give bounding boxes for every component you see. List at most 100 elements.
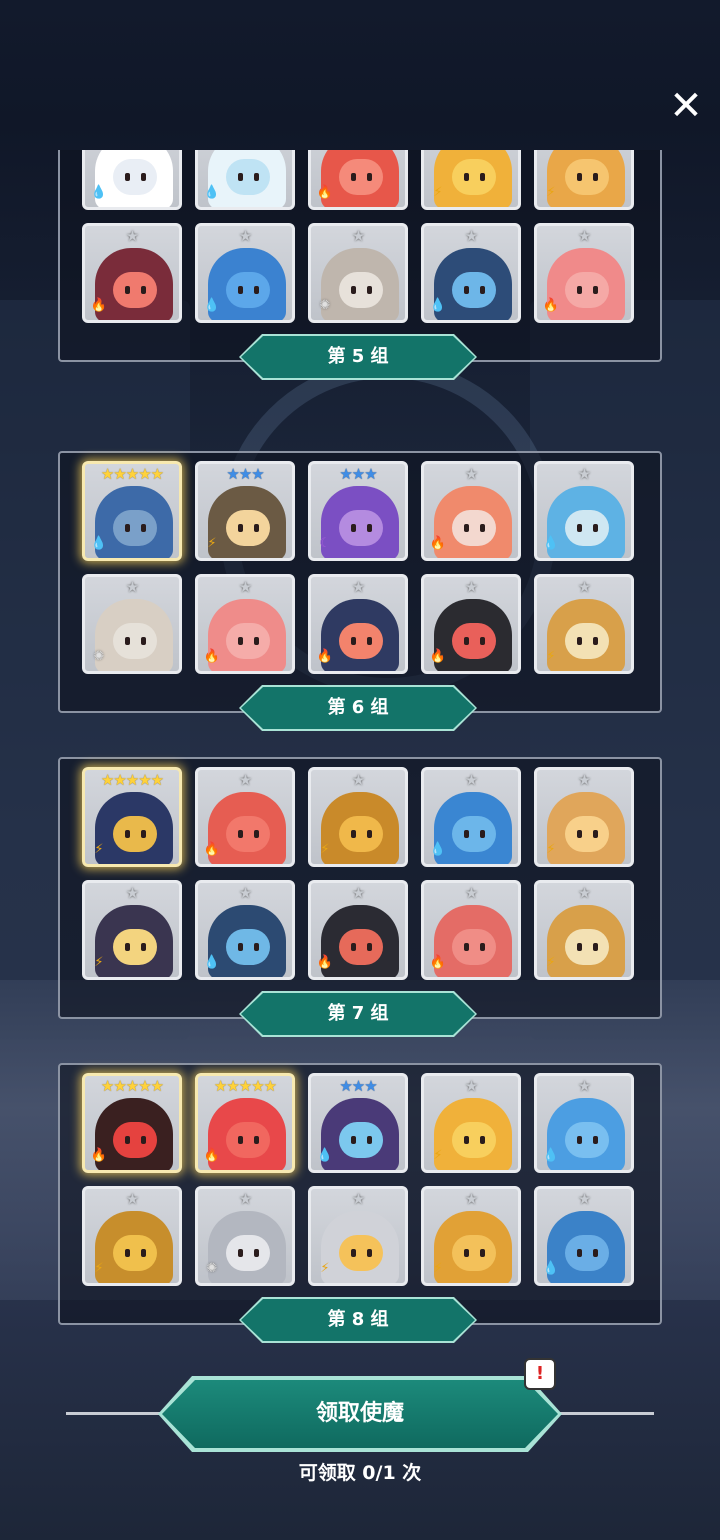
hero-card[interactable]: ★🔥: [421, 461, 521, 561]
hero-card[interactable]: ★★★★★ ⚡: [82, 767, 182, 867]
hero-face: [452, 510, 496, 546]
hero-card[interactable]: ★⚡: [421, 1186, 521, 1286]
hero-card[interactable]: ★ 💧: [421, 767, 521, 867]
hero-face: [565, 1235, 609, 1271]
hero-card[interactable]: ★⚡: [308, 767, 408, 867]
hero-card[interactable]: ★ 💧: [421, 223, 521, 323]
hero-card[interactable]: ★★★💧: [195, 150, 295, 210]
water-element-icon: 💧: [203, 955, 221, 970]
hero-card[interactable]: ★★★💧: [308, 1073, 408, 1173]
hero-card[interactable]: ★🔥: [308, 150, 408, 210]
hero-eye: [254, 1136, 259, 1144]
light-element-icon: ✺: [319, 298, 331, 313]
hero-card[interactable]: ★ 💧: [534, 461, 634, 561]
star-rating: ★★★★★: [213, 1077, 277, 1095]
hero-card[interactable]: ★ 💧: [534, 1073, 634, 1173]
hero-eye: [125, 286, 130, 294]
hero-card[interactable]: ★🔥: [195, 574, 295, 674]
hero-face: [113, 272, 157, 308]
star-rating: ★: [577, 1190, 591, 1208]
hero-face: [452, 1122, 496, 1158]
hero-card[interactable]: ★★★ ☾: [308, 461, 408, 561]
hero-eye: [577, 830, 582, 838]
hero-face: [339, 623, 383, 659]
fire-element-icon: 🔥: [90, 298, 108, 313]
hero-eye: [238, 637, 243, 645]
hero-eye: [254, 524, 259, 532]
hero-card[interactable]: ★🔥: [534, 223, 634, 323]
hero-face: [113, 1122, 157, 1158]
claim-button[interactable]: 领取使魔: [162, 1380, 558, 1448]
hero-card[interactable]: ★ 💧: [534, 1186, 634, 1286]
hero-eye: [125, 173, 130, 181]
hero-eye: [367, 637, 372, 645]
hero-face: [565, 929, 609, 965]
thunder-element-icon: ⚡: [320, 1261, 330, 1276]
hero-card[interactable]: ★⚡: [82, 1186, 182, 1286]
hero-face: [113, 510, 157, 546]
hero-card[interactable]: ★🔥: [308, 880, 408, 980]
hero-card[interactable]: ★★★💧: [82, 150, 182, 210]
hero-card[interactable]: ★ ✺: [308, 223, 408, 323]
fire-element-icon: 🔥: [316, 649, 334, 664]
fire-element-icon: 🔥: [203, 842, 221, 857]
hero-eye: [577, 173, 582, 181]
group-banner: 第 6 组: [241, 687, 475, 729]
hero-card[interactable]: ★⚡: [421, 150, 521, 210]
hero-card[interactable]: ★★★ ⚡: [195, 461, 295, 561]
star-rating: ★★★: [226, 465, 264, 483]
hero-card[interactable]: ★★★★★ 💧: [82, 461, 182, 561]
star-rating: ★★★★★: [100, 1077, 164, 1095]
hero-card[interactable]: ★★★★★ 🔥: [195, 1073, 295, 1173]
hero-card[interactable]: ★ ✺: [82, 574, 182, 674]
hero-eye: [367, 943, 372, 951]
hero-card[interactable]: ★★★★★ 🔥: [82, 1073, 182, 1173]
star-rating: ★: [125, 578, 139, 596]
thunder-element-icon: ⚡: [546, 842, 556, 857]
hero-card[interactable]: ★🔥: [195, 767, 295, 867]
hero-card[interactable]: ★🔥: [421, 880, 521, 980]
hero-card[interactable]: ★ 💧: [195, 880, 295, 980]
star-rating: ★: [464, 227, 478, 245]
thunder-element-icon: ⚡: [433, 185, 443, 200]
hero-eye: [254, 943, 259, 951]
hero-card[interactable]: ★⚡: [82, 880, 182, 980]
star-rating: ★★★: [339, 1077, 377, 1095]
hero-eye: [141, 1249, 146, 1257]
hero-eye: [238, 286, 243, 294]
divider-right: [554, 1412, 654, 1415]
hero-group: ★★★★★ 💧 ★★★ ⚡ ★★★ ☾ ★ 🔥 ★ 💧 ★ ✺ ★ 🔥 ★ 🔥 ★ 🔥 ★ ⚡ 第 6 组: [58, 451, 662, 751]
hero-card[interactable]: ★⚡: [534, 880, 634, 980]
hero-card[interactable]: ★⚡: [421, 1073, 521, 1173]
hero-face: [113, 929, 157, 965]
hero-eye: [367, 830, 372, 838]
hero-card[interactable]: ★🔥: [82, 223, 182, 323]
fire-element-icon: 🔥: [203, 649, 221, 664]
hero-face: [452, 272, 496, 308]
thunder-element-icon: ⚡: [546, 955, 556, 970]
hero-eye: [367, 286, 372, 294]
hero-eye: [577, 1136, 582, 1144]
hero-face: [565, 510, 609, 546]
hero-card[interactable]: ★🔥: [308, 574, 408, 674]
hero-card[interactable]: ★⚡: [534, 574, 634, 674]
hero-card[interactable]: ★⚡: [534, 767, 634, 867]
group-banner: 第 5 组: [241, 336, 475, 378]
close-icon[interactable]: ✕: [664, 84, 708, 128]
hero-eye: [254, 173, 259, 181]
hero-eye: [254, 830, 259, 838]
hero-eye: [593, 943, 598, 951]
hero-card[interactable]: ★🔥: [421, 574, 521, 674]
hero-eye: [141, 173, 146, 181]
light-element-icon: ✺: [93, 649, 105, 664]
hero-eye: [125, 637, 130, 645]
hero-card[interactable]: ★⚡: [308, 1186, 408, 1286]
hero-card[interactable]: ★⚡: [534, 150, 634, 210]
star-rating: ★: [125, 227, 139, 245]
star-rating: ★: [351, 578, 365, 596]
hero-card[interactable]: ★ ✺: [195, 1186, 295, 1286]
group-list[interactable]: ★★★💧★★★💧★🔥★⚡★⚡★🔥★💧★✺★💧★🔥第 5 组★★★★★💧★★★⚡★…: [58, 150, 662, 1350]
hero-eye: [367, 524, 372, 532]
hero-face: [226, 1235, 270, 1271]
hero-card[interactable]: ★ 💧: [195, 223, 295, 323]
